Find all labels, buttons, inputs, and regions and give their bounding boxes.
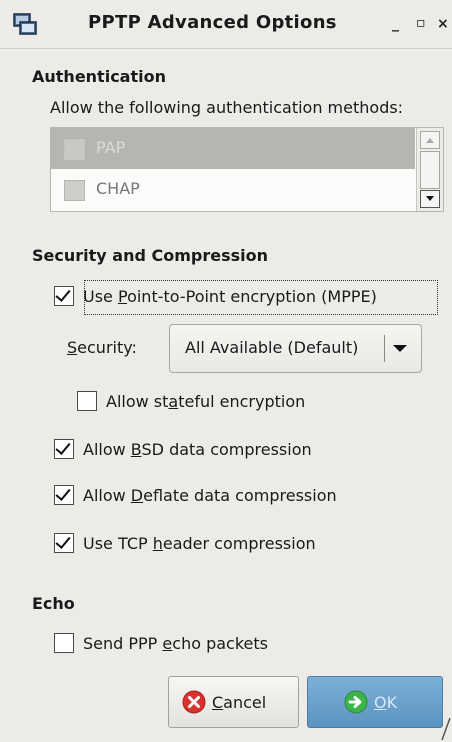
maximize-button[interactable]: ▫ (416, 14, 426, 32)
resize-grip-icon[interactable] (440, 714, 452, 742)
title-bar[interactable]: PPTP Advanced Options _ ▫ × (0, 0, 452, 49)
cancel-label: Cancel (212, 692, 267, 712)
deflate-checkbox-row[interactable]: Allow Deflate data compression (54, 485, 337, 505)
deflate-compression-checkbox[interactable] (54, 485, 74, 505)
dialog-body: Authentication Allow the following authe… (0, 48, 452, 742)
security-label: Security: (67, 338, 137, 357)
cancel-button[interactable]: Cancel (168, 676, 299, 728)
auth-methods-list[interactable]: PAP CHAP (50, 127, 444, 212)
pap-checkbox[interactable] (64, 139, 85, 160)
scroll-down-button[interactable] (420, 190, 440, 208)
echo-checkbox-row[interactable]: Send PPP echo packets (54, 633, 268, 653)
list-item-chap[interactable]: CHAP (51, 169, 415, 210)
mppe-label: Use Point-to-Point encryption (MPPE) (83, 286, 377, 306)
deflate-label: Allow Deflate data compression (83, 485, 337, 505)
dropdown-separator (384, 335, 385, 362)
scroll-up-button[interactable] (420, 131, 440, 149)
ok-arrow-icon (344, 690, 368, 714)
security-dropdown[interactable]: All Available (Default) (169, 324, 422, 373)
authentication-description: Allow the following authentication metho… (50, 98, 404, 117)
mppe-checkbox[interactable] (54, 286, 74, 306)
network-window-icon (13, 13, 37, 35)
bsd-checkbox-row[interactable]: Allow BSD data compression (54, 439, 312, 459)
bsd-label: Allow BSD data compression (83, 439, 312, 459)
cancel-x-icon (182, 690, 206, 714)
authentication-heading: Authentication (32, 67, 166, 86)
echo-label: Send PPP echo packets (83, 633, 268, 653)
list-scrollbar[interactable] (416, 128, 443, 211)
chap-checkbox[interactable] (64, 180, 85, 201)
list-item-pap[interactable]: PAP (51, 128, 415, 169)
list-item-label: PAP (96, 138, 126, 157)
security-compression-heading: Security and Compression (32, 246, 268, 265)
minimize-button[interactable]: _ (392, 15, 399, 33)
scroll-thumb[interactable] (420, 151, 440, 189)
tcp-checkbox-row[interactable]: Use TCP header compression (54, 533, 316, 553)
stateful-encryption-checkbox[interactable] (77, 391, 97, 411)
bsd-compression-checkbox[interactable] (54, 439, 74, 459)
ok-button[interactable]: OK (307, 676, 443, 728)
arrow-up-icon (426, 138, 434, 143)
arrow-down-icon (426, 196, 434, 201)
close-button[interactable]: × (437, 15, 449, 33)
security-dropdown-value: All Available (Default) (185, 338, 359, 357)
window-title: PPTP Advanced Options (88, 12, 337, 33)
send-echo-checkbox[interactable] (54, 633, 74, 653)
tcp-label: Use TCP header compression (83, 533, 316, 553)
mppe-checkbox-row[interactable]: Use Point-to-Point encryption (MPPE) (54, 286, 377, 306)
list-item-label: CHAP (96, 179, 140, 198)
echo-heading: Echo (32, 594, 75, 613)
stateful-label: Allow stateful encryption (106, 391, 306, 411)
chevron-down-icon (393, 345, 407, 352)
tcp-header-compression-checkbox[interactable] (54, 533, 74, 553)
stateful-checkbox-row[interactable]: Allow stateful encryption (77, 391, 305, 411)
ok-label: OK (374, 692, 398, 712)
